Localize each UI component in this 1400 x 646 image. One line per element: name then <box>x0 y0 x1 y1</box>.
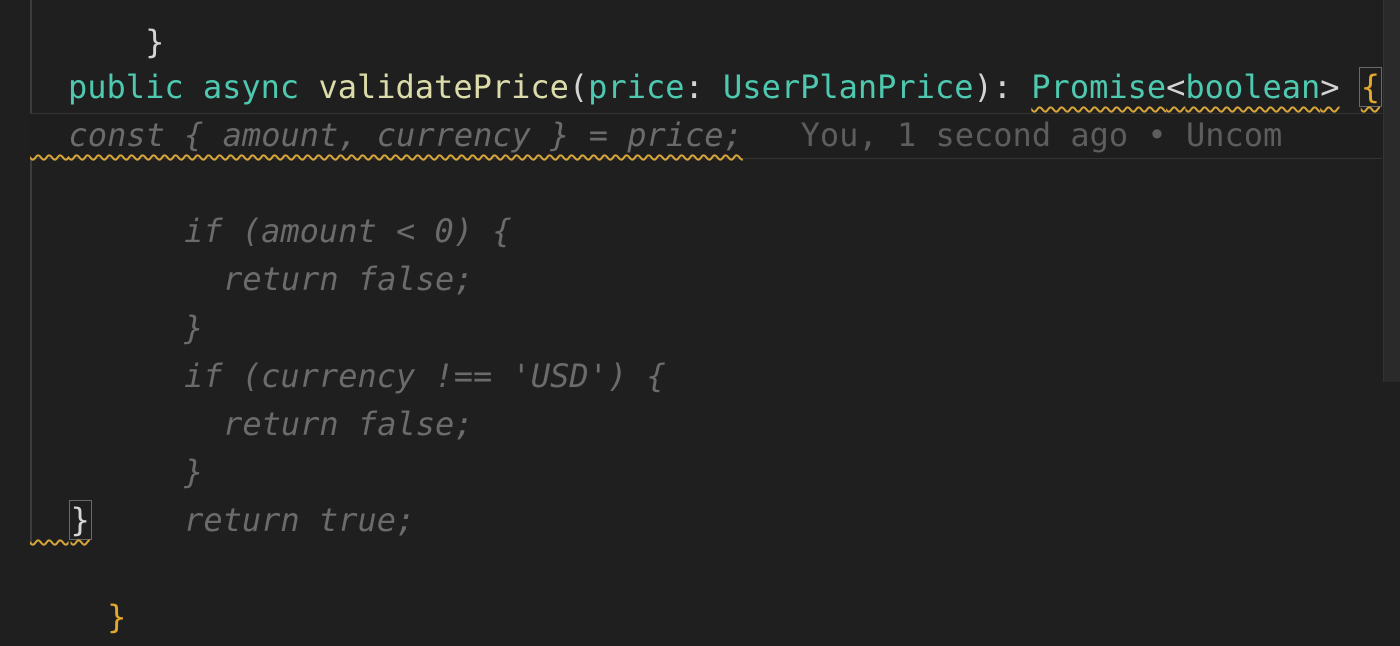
generic-boolean: boolean <box>1185 68 1321 106</box>
param-type: UserPlanPrice <box>723 68 974 106</box>
function-name: validatePrice <box>318 68 569 106</box>
indent-guide <box>30 0 32 545</box>
return-true-text: return true; <box>184 501 416 539</box>
return-type-promise: Promise <box>1031 68 1167 106</box>
param-name: price <box>588 68 685 106</box>
class-close-brace: } <box>107 598 127 636</box>
return-false-text: return false; <box>223 405 474 443</box>
code-line-close-brace-1: } <box>107 256 203 347</box>
close-paren-colon: ): <box>973 68 1013 106</box>
code-line-if-amount: if (amount < 0) { <box>107 159 512 250</box>
method-close-brace: } <box>68 500 92 540</box>
const-text: const { amount, currency } = price; <box>68 116 743 154</box>
code-line-method-close: } <box>30 496 92 544</box>
keyword-async: async <box>202 68 300 106</box>
open-paren: ( <box>568 68 589 106</box>
method-close-wrapper: } <box>30 500 92 540</box>
code-line-return-false-2: return false; <box>146 352 473 443</box>
keyword-public: public <box>68 68 184 106</box>
generic-gt: > <box>1320 68 1340 106</box>
code-line-close-brace-2: } <box>107 400 203 491</box>
colon: : <box>684 68 704 106</box>
closing-brace: } <box>145 23 165 61</box>
code-line-top-fragment: } <box>68 0 164 61</box>
open-brace: { <box>1358 67 1383 107</box>
git-blame-annotation: You, 1 second ago • Uncom <box>800 116 1283 154</box>
return-false-text: return false; <box>223 260 474 298</box>
code-line-return-false-1: return false; <box>146 207 473 298</box>
code-line-if-currency: if (currency !== 'USD') { <box>107 304 666 395</box>
code-line-class-close: } <box>30 545 126 636</box>
vertical-scrollbar[interactable] <box>1383 0 1400 382</box>
const-destructure: const { amount, currency } = price; <box>30 116 743 154</box>
code-editor[interactable]: } public async validatePrice(price: User… <box>0 0 1400 646</box>
code-line-const: const { amount, currency } = price; You,… <box>30 111 1283 159</box>
code-line-return-true: return true; <box>107 448 415 539</box>
generic-lt: < <box>1166 68 1186 106</box>
code-line-signature: public async validatePrice(price: UserPl… <box>68 63 1383 111</box>
